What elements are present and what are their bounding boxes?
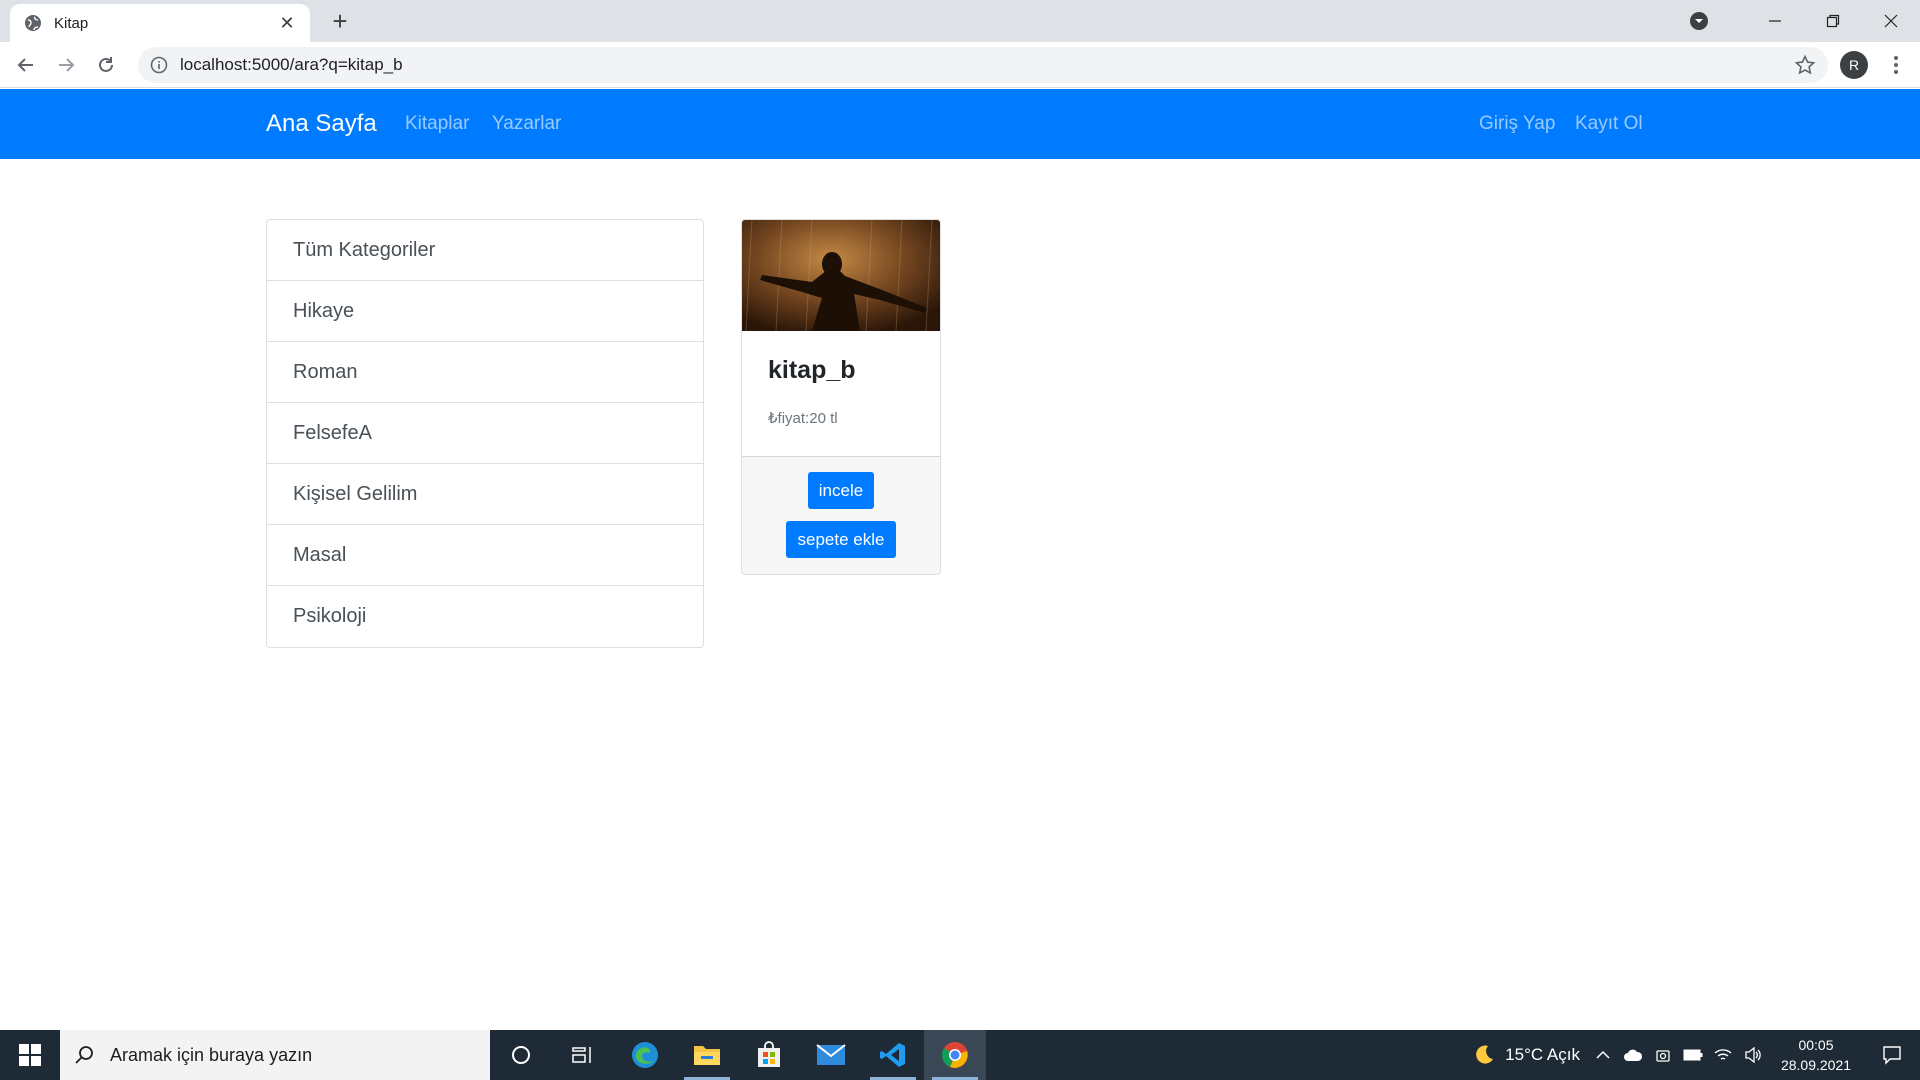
search-icon	[75, 1046, 93, 1064]
task-view-icon	[572, 1047, 591, 1063]
battery-button[interactable]	[1678, 1030, 1708, 1080]
clock-date: 28.09.2021	[1780, 1057, 1852, 1073]
product-title[interactable]: kitap_b	[768, 356, 856, 385]
folder-icon	[694, 1046, 720, 1065]
category-list: Tüm Kategoriler Hikaye Roman FelsefeA Ki…	[266, 219, 704, 648]
chrome-button[interactable]	[924, 1030, 986, 1080]
edge-icon	[632, 1042, 658, 1068]
product-image	[742, 220, 940, 331]
reload-button[interactable]	[86, 45, 126, 85]
camera-icon	[1656, 1050, 1670, 1062]
cortana-button[interactable]	[490, 1030, 552, 1080]
os-taskbar: Aramak için buraya yazın 15°C Açık 00:05…	[0, 1030, 1920, 1080]
new-tab-button[interactable]: +	[326, 8, 354, 36]
vscode-icon	[880, 1043, 905, 1067]
cloud-icon	[1624, 1049, 1643, 1061]
browser-tab[interactable]: Kitap ✕	[10, 4, 310, 42]
minimize-button[interactable]	[1746, 0, 1804, 42]
category-item[interactable]: Kişisel Gelilim	[267, 464, 703, 525]
mail-icon	[816, 1044, 846, 1065]
category-item[interactable]: Hikaye	[267, 281, 703, 342]
category-item[interactable]: FelsefeA	[267, 403, 703, 464]
chevron-up-icon	[1596, 1050, 1610, 1059]
minimize-icon	[1769, 20, 1781, 22]
navbar-brand[interactable]: Ana Sayfa	[266, 89, 377, 159]
nav-link-yazarlar[interactable]: Yazarlar	[492, 89, 561, 159]
taskbar-clock[interactable]: 00:05 28.09.2021	[1768, 1035, 1864, 1075]
tab-title: Kitap	[54, 14, 89, 32]
nav-link-kitaplar[interactable]: Kitaplar	[405, 89, 469, 159]
address-bar[interactable]: localhost:5000/ara?q=kitap_b	[138, 47, 1828, 83]
category-item[interactable]: Roman	[267, 342, 703, 403]
meet-now-button[interactable]	[1648, 1030, 1678, 1080]
search-placeholder: Aramak için buraya yazın	[110, 1044, 313, 1065]
store-button[interactable]	[738, 1030, 800, 1080]
battery-icon	[1683, 1049, 1703, 1061]
more-vert-icon	[1894, 56, 1898, 74]
forward-button[interactable]	[46, 45, 86, 85]
moon-weather-icon[interactable]	[1473, 1044, 1495, 1066]
window-controls	[1688, 0, 1920, 42]
start-button[interactable]	[0, 1030, 60, 1080]
vscode-button[interactable]	[862, 1030, 924, 1080]
arrow-left-icon	[17, 57, 33, 72]
windows-logo-icon	[19, 1044, 41, 1066]
category-item[interactable]: Tüm Kategoriler	[267, 220, 703, 281]
clock-time: 00:05	[1798, 1037, 1834, 1053]
tab-close-icon[interactable]: ✕	[276, 13, 298, 34]
file-explorer-button[interactable]	[676, 1030, 738, 1080]
reload-icon	[99, 56, 113, 72]
product-card: kitap_b ₺fiyat:20 tl incele sepete ekle	[741, 219, 941, 575]
close-window-button[interactable]	[1862, 0, 1920, 42]
card-footer: incele sepete ekle	[742, 456, 940, 574]
category-item[interactable]: Masal	[267, 525, 703, 586]
taskbar-search[interactable]: Aramak için buraya yazın	[60, 1030, 490, 1080]
volume-icon	[1745, 1047, 1761, 1063]
onedrive-button[interactable]	[1618, 1030, 1648, 1080]
tray-overflow-button[interactable]	[1588, 1030, 1618, 1080]
url-text[interactable]: localhost:5000/ara?q=kitap_b	[180, 55, 1794, 75]
bookmark-star-icon[interactable]	[1794, 54, 1816, 76]
edge-button[interactable]	[614, 1030, 676, 1080]
tab-search-icon[interactable]	[1688, 10, 1710, 32]
restore-icon	[1826, 14, 1840, 28]
store-icon	[758, 1041, 780, 1067]
close-icon	[1884, 14, 1898, 28]
browser-menu-button[interactable]	[1882, 51, 1910, 79]
chrome-icon	[941, 1042, 968, 1068]
wifi-button[interactable]	[1708, 1030, 1738, 1080]
back-button[interactable]	[6, 45, 46, 85]
arrow-right-icon	[59, 57, 75, 72]
category-item[interactable]: Psikoloji	[267, 586, 703, 647]
profile-avatar[interactable]: R	[1840, 51, 1868, 79]
product-price: ₺fiyat:20 tl	[768, 410, 838, 427]
globe-icon	[25, 15, 41, 31]
restore-button[interactable]	[1804, 0, 1862, 42]
weather-text[interactable]: 15°C Açık	[1505, 1045, 1580, 1065]
nav-link-login[interactable]: Giriş Yap	[1479, 89, 1555, 159]
task-view-button[interactable]	[552, 1030, 614, 1080]
notification-icon	[1883, 1046, 1901, 1065]
mail-button[interactable]	[800, 1030, 862, 1080]
volume-button[interactable]	[1738, 1030, 1768, 1080]
add-to-cart-button[interactable]: sepete ekle	[786, 521, 896, 558]
site-navbar: Ana Sayfa Kitaplar Yazarlar Giriş Yap Ka…	[0, 89, 1920, 159]
notification-center-button[interactable]	[1864, 1030, 1920, 1080]
nav-link-register[interactable]: Kayıt Ol	[1575, 89, 1643, 159]
wifi-icon	[1714, 1049, 1732, 1060]
browser-tabstrip: Kitap ✕ +	[0, 0, 1920, 42]
incele-button[interactable]: incele	[808, 472, 874, 509]
system-tray: 15°C Açık 00:05 28.09.2021	[1473, 1030, 1920, 1080]
cortana-icon	[512, 1046, 530, 1064]
browser-toolbar: localhost:5000/ara?q=kitap_b R	[0, 42, 1920, 88]
info-icon[interactable]	[150, 56, 168, 74]
